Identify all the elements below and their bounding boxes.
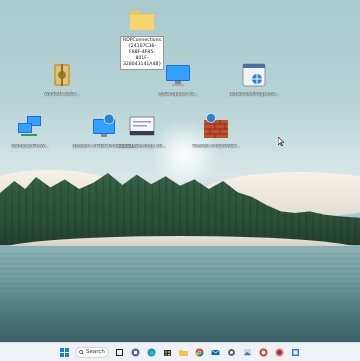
desktop[interactable]: RDPConnections.{24107C36-F88F-4F85-801F-… [0,0,360,342]
firewall-label: Firewall.{4026492F... [191,144,241,149]
network-programs-label: NetworkedPrograms... [228,92,280,97]
mouse-cursor-icon [277,131,285,150]
remote-desktop-label: RemoteDesktop.{B... [117,144,167,149]
winrar-icon [47,60,77,90]
file-explorer-button[interactable] [178,347,189,358]
taskbar-search-label: Search [86,349,105,355]
photos-button[interactable] [242,347,253,358]
wallpaper-reflection [0,250,360,292]
teams-button[interactable] [130,347,141,358]
taskbar-search[interactable]: Search [75,346,109,358]
winrar-shortcut[interactable]: WinRAR.{2C0... [30,60,94,98]
network-programs-shortcut[interactable]: NetworkedPrograms... [222,60,286,98]
app-button[interactable] [290,347,301,358]
remote-desktop-shortcut[interactable]: RemoteDesktop.{B... [110,112,174,150]
monitor-icon [163,60,193,90]
chrome-button[interactable] [194,347,205,358]
task-view-button[interactable] [114,347,125,358]
windows-firewall-label: WindowsFireW... [11,144,49,149]
mycomputer-shortcut[interactable]: MyComputer.{2... [146,60,210,98]
windows-firewall-shortcut[interactable]: WindowsFireW... [0,112,62,150]
search-icon [79,349,84,355]
taskbar: Search [0,342,360,361]
firefox-button[interactable] [274,347,285,358]
mail-button[interactable] [210,347,221,358]
edge-button[interactable] [146,347,157,358]
mycomputer-label: MyComputer.{2... [157,92,199,97]
programs-window-icon [239,60,269,90]
settings-button[interactable] [226,347,237,358]
network-computers-icon [15,112,45,142]
remote-desktop-icon [127,112,157,142]
folder-icon [127,4,157,34]
firewall-shortcut[interactable]: Firewall.{4026492F... [184,112,248,150]
start-button[interactable] [59,347,70,358]
firewall-bricks-icon [201,112,231,142]
winrar-label: WinRAR.{2C0... [44,92,80,97]
terminal-button[interactable] [258,347,269,358]
store-button[interactable] [162,347,173,358]
